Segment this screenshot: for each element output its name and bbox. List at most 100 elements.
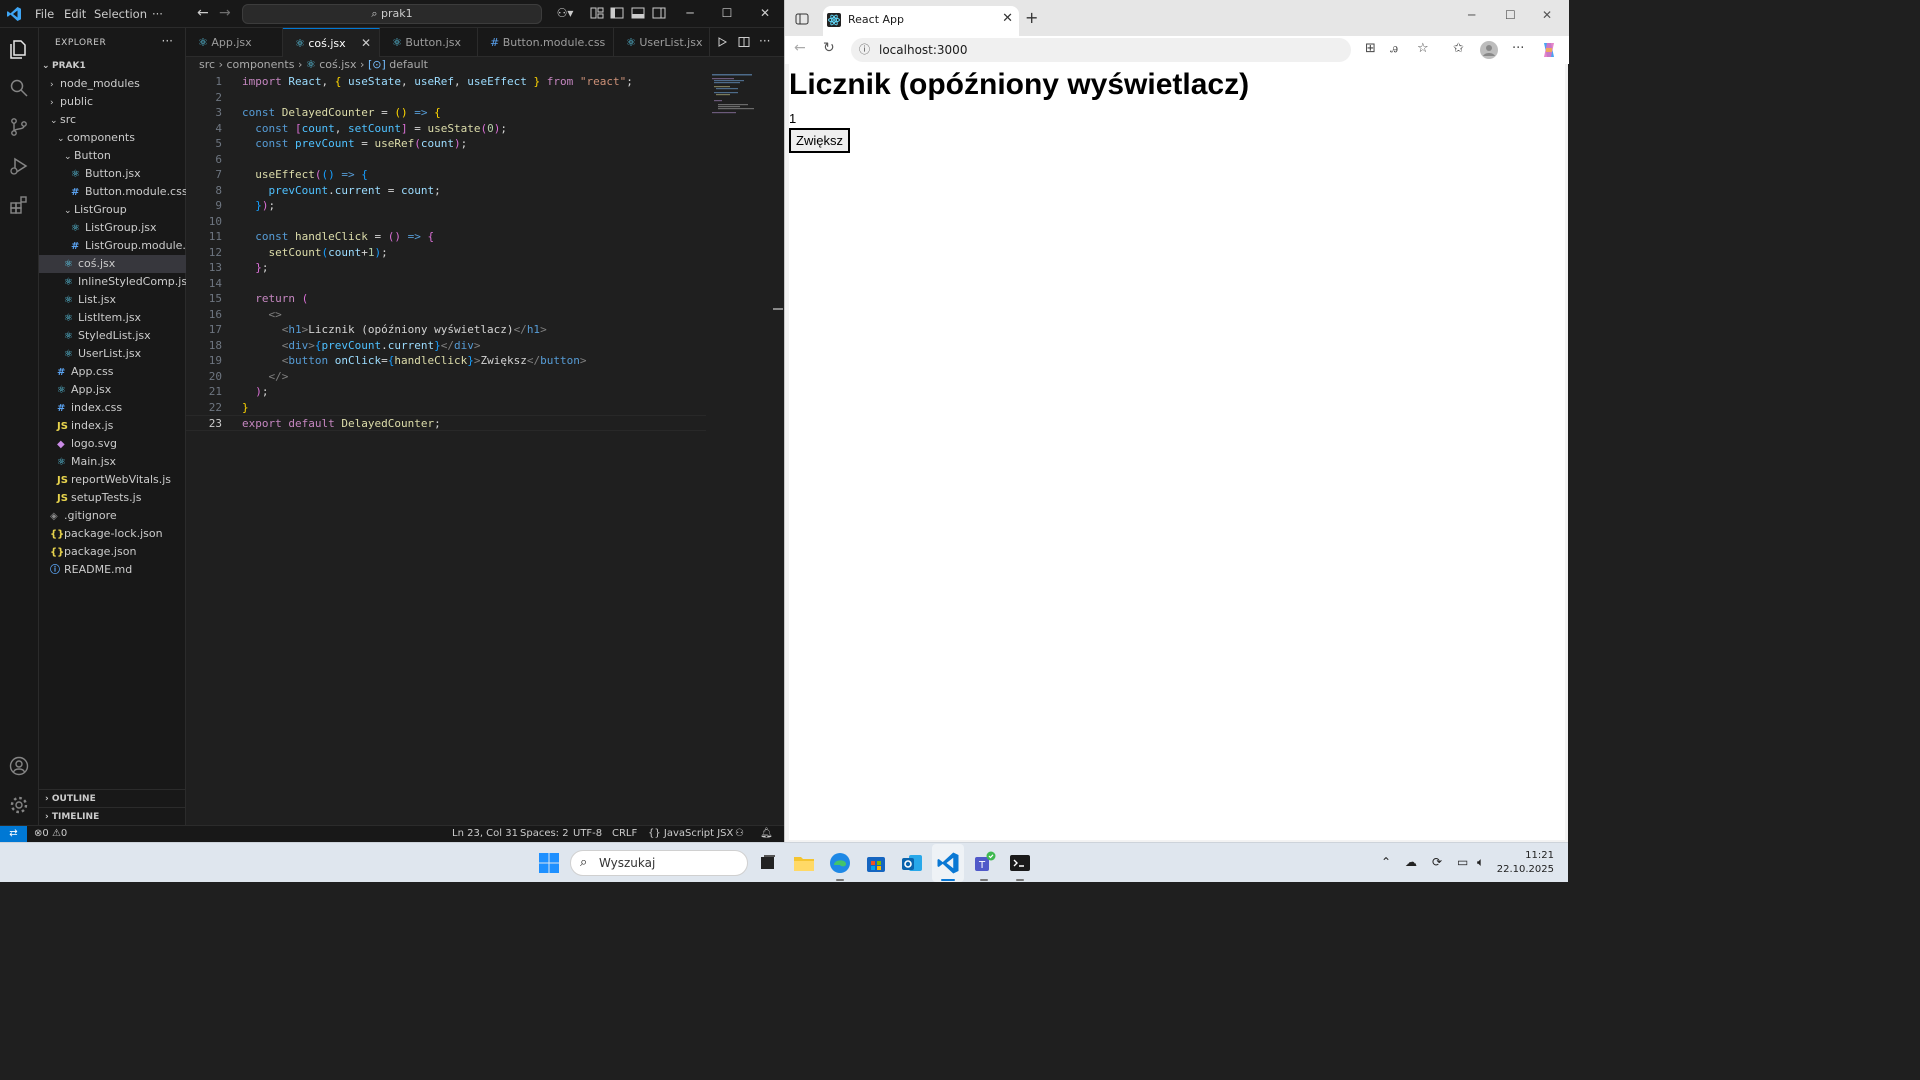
menu-file[interactable]: File	[35, 7, 54, 21]
tree-folder[interactable]: ⌄ ListGroup	[39, 201, 186, 219]
tree-file[interactable]: JS setupTests.js	[39, 489, 186, 507]
customize-layout-icon[interactable]	[590, 6, 604, 20]
run-icon[interactable]	[716, 36, 728, 48]
browser-maximize-icon[interactable]: ☐	[1505, 8, 1516, 22]
indentation[interactable]: Spaces: 2	[520, 826, 569, 842]
tree-file[interactable]: ⚛ UserList.jsx	[39, 345, 186, 363]
breadcrumb-components[interactable]: components	[226, 58, 294, 71]
editor-more-button[interactable]: ···	[759, 34, 770, 48]
toggle-panel-icon[interactable]	[631, 6, 645, 20]
maximize-icon[interactable]: ☐	[717, 4, 737, 22]
breadcrumb-symbol[interactable]: default	[389, 58, 428, 71]
teams-icon[interactable]: T	[972, 851, 996, 875]
tree-folder[interactable]: ⌄ Button	[39, 147, 186, 165]
encoding[interactable]: UTF-8	[573, 826, 602, 842]
tree-file[interactable]: ⚛ ListGroup.jsx	[39, 219, 186, 237]
breadcrumb-file[interactable]: coś.jsx	[319, 58, 356, 71]
source-control-icon[interactable]	[8, 116, 30, 138]
editor-tab[interactable]: ⚛ App.jsx	[186, 28, 283, 57]
microsoft-store-icon[interactable]	[864, 851, 888, 875]
copilot-icon[interactable]: ⚇▾	[553, 6, 577, 20]
line-ending[interactable]: CRLF	[612, 826, 637, 842]
terminal-icon[interactable]	[1008, 851, 1032, 875]
tree-file[interactable]: JS reportWebVitals.js	[39, 471, 186, 489]
tree-file[interactable]: ⓘ README.md	[39, 561, 186, 579]
browser-minimize-icon[interactable]: ─	[1468, 8, 1475, 22]
run-debug-icon[interactable]	[8, 155, 30, 177]
increment-button[interactable]: Zwiększ	[789, 128, 850, 153]
copilot-icon[interactable]	[1540, 41, 1558, 59]
browser-close-icon[interactable]: ✕	[1542, 8, 1552, 22]
tree-folder[interactable]: ⌄ components	[39, 129, 186, 147]
favorite-star-icon[interactable]: ☆	[1417, 41, 1429, 56]
taskbar-search[interactable]: ⌕ Wyszukaj	[570, 850, 748, 876]
language-mode[interactable]: {} JavaScript JSX	[648, 826, 733, 842]
minimap[interactable]	[712, 74, 772, 114]
timeline-section[interactable]: › TIMELINE	[39, 807, 186, 825]
tree-folder[interactable]: ⌄ src	[39, 111, 186, 129]
tree-file[interactable]: # ListGroup.module.c...	[39, 237, 186, 255]
tab-actions-icon[interactable]	[795, 12, 809, 26]
forward-arrow-icon[interactable]: →	[219, 5, 231, 21]
new-tab-icon[interactable]: +	[1025, 8, 1038, 27]
outline-section[interactable]: › OUTLINE	[39, 789, 186, 807]
browser-tab[interactable]: React App ✕	[823, 6, 1019, 36]
read-aloud-icon[interactable]: ꭿ	[1390, 41, 1398, 56]
tree-file[interactable]: ⚛ ListItem.jsx	[39, 309, 186, 327]
task-view-icon[interactable]	[756, 851, 780, 875]
tree-file[interactable]: ⚛ App.jsx	[39, 381, 186, 399]
close-tab-icon[interactable]: ✕	[361, 29, 371, 58]
tree-file[interactable]: ⚛ StyledList.jsx	[39, 327, 186, 345]
menu-selection[interactable]: Selection	[94, 7, 147, 21]
tree-file[interactable]: # App.css	[39, 363, 186, 381]
browser-menu-icon[interactable]: ···	[1512, 41, 1524, 56]
split-editor-icon[interactable]	[738, 36, 750, 48]
windows-start-icon[interactable]	[539, 853, 559, 873]
favorites-icon[interactable]: ✩	[1453, 41, 1464, 56]
minimize-icon[interactable]: ─	[680, 4, 700, 22]
toggle-secondary-sidebar-icon[interactable]	[652, 6, 666, 20]
account-icon[interactable]	[8, 755, 30, 777]
explorer-more-button[interactable]: ···	[162, 34, 173, 48]
tree-file[interactable]: ◈ .gitignore	[39, 507, 186, 525]
editor-tab[interactable]: ⚛ UserList.jsx	[614, 28, 710, 57]
onedrive-icon[interactable]: ☁	[1405, 855, 1417, 869]
settings-gear-icon[interactable]	[8, 794, 30, 816]
notifications-bell-icon[interactable]: 🔔︎	[760, 826, 773, 842]
tree-folder[interactable]: › node_modules	[39, 75, 186, 93]
sync-icon[interactable]: ⟳	[1432, 855, 1442, 869]
search-icon[interactable]	[8, 77, 30, 99]
volume-icon[interactable]: 🔈︎	[1477, 855, 1484, 870]
menu-edit[interactable]: Edit	[64, 7, 86, 21]
network-icon[interactable]: ▭	[1457, 855, 1468, 869]
menu-more[interactable]: ···	[152, 7, 163, 21]
close-tab-icon[interactable]: ✕	[1002, 11, 1013, 26]
project-root[interactable]: ⌄ PRAK1	[39, 57, 186, 75]
explorer-icon[interactable]	[8, 38, 30, 60]
tree-file[interactable]: # index.css	[39, 399, 186, 417]
browser-back-icon[interactable]: ←	[794, 40, 806, 56]
tree-file[interactable]: {}package-lock.json	[39, 525, 186, 543]
clock-date[interactable]: 22.10.2025	[1497, 864, 1554, 875]
file-explorer-icon[interactable]	[792, 851, 816, 875]
app-available-icon[interactable]: ⊞	[1365, 41, 1376, 56]
toggle-primary-sidebar-icon[interactable]	[610, 6, 624, 20]
tree-folder[interactable]: › public	[39, 93, 186, 111]
site-info-icon[interactable]: ⓘ	[859, 38, 870, 62]
back-arrow-icon[interactable]: ←	[197, 5, 209, 21]
tray-overflow-chevron-icon[interactable]: ⌃	[1381, 855, 1391, 869]
refresh-icon[interactable]: ↻	[823, 40, 835, 56]
editor-tab[interactable]: ⚛ Button.jsx	[380, 28, 478, 57]
outlook-icon[interactable]	[900, 851, 924, 875]
breadcrumb-src[interactable]: src	[199, 58, 215, 71]
tree-file[interactable]: # Button.module.css	[39, 183, 186, 201]
extensions-icon[interactable]	[8, 194, 30, 216]
close-icon[interactable]: ✕	[755, 4, 775, 22]
tree-file[interactable]: ⚛ coś.jsx	[39, 255, 186, 273]
copilot-status-icon[interactable]: ⚇	[735, 826, 744, 842]
problems-indicator[interactable]: ⊗0 ⚠0	[34, 826, 67, 842]
tree-file[interactable]: ⚛ Button.jsx	[39, 165, 186, 183]
tree-file[interactable]: {}package.json	[39, 543, 186, 561]
cursor-position[interactable]: Ln 23, Col 31	[452, 826, 518, 842]
clock-time[interactable]: 11:21	[1525, 850, 1554, 861]
